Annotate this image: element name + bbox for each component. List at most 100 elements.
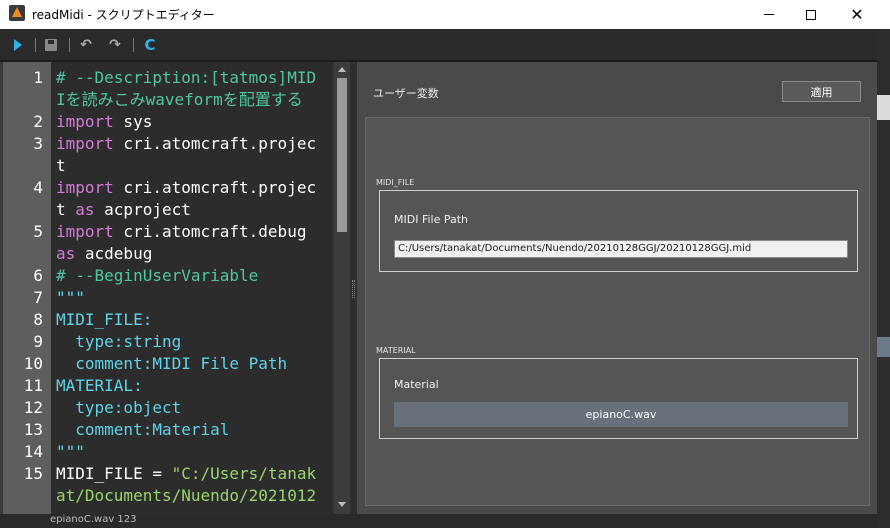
minimize-button[interactable]	[746, 0, 792, 29]
code-text: import cri.atomcraft.projec	[56, 133, 316, 155]
editor-vertical-scrollbar[interactable]	[334, 62, 350, 514]
code-token: at/Documents/Nuendo/2021012	[56, 486, 317, 505]
code-token: sys	[113, 112, 153, 131]
code-token: Iを読みこみwaveformを配置する	[56, 90, 303, 109]
midi-file-group: MIDI File Path C:/Users/tanakat/Document…	[379, 190, 858, 272]
toolbar-divider	[133, 38, 134, 52]
redo-icon: ↷	[109, 37, 121, 53]
code-token: as	[75, 200, 95, 219]
code-token: MATERIAL:	[56, 376, 143, 395]
scroll-up-icon[interactable]	[338, 67, 346, 72]
code-text: # --BeginUserVariable	[56, 265, 258, 287]
background-status-bar: epianoC.wav 123	[0, 514, 877, 528]
save-icon	[45, 39, 57, 51]
material-label: Material	[394, 378, 439, 391]
material-object-field[interactable]: epianoC.wav	[394, 402, 848, 427]
line-number: 14	[23, 442, 43, 461]
material-group: Material epianoC.wav	[379, 358, 858, 439]
line-number: 7	[33, 288, 43, 307]
code-text: t as acproject	[56, 199, 191, 221]
code-text: import cri.atomcraft.debug	[56, 221, 306, 243]
toolbar-divider	[35, 38, 36, 52]
code-token: acproject	[94, 200, 191, 219]
code-token: MIDI_FILE:	[56, 310, 153, 329]
maximize-icon	[806, 9, 816, 20]
close-button[interactable]: ✕	[834, 0, 880, 29]
code-token: comment:Material	[56, 420, 230, 439]
code-editor[interactable]: 1 # --Description:[tatmos]MID Iを読みこみwavefo…	[0, 62, 350, 514]
line-number: 15	[23, 464, 43, 483]
scroll-down-icon[interactable]	[338, 502, 346, 507]
code-text: type:string	[56, 331, 181, 353]
code-token: # --BeginUserVariable	[56, 266, 259, 285]
midi-file-section-label: MIDI_FILE	[376, 178, 415, 187]
code-token: # --Description:[tatmos]MID	[56, 68, 317, 87]
line-number: 11	[23, 376, 43, 395]
code-text: type:object	[56, 397, 181, 419]
line-number: 3	[33, 134, 43, 153]
scrollbar-thumb[interactable]	[337, 78, 347, 232]
code-token: import	[56, 112, 114, 131]
code-text: comment:Material	[56, 419, 229, 441]
undo-icon: ↶	[80, 37, 92, 53]
variables-container: MIDI_FILE MIDI File Path C:/Users/tanaka…	[365, 117, 870, 506]
splitter-grip-icon[interactable]	[352, 280, 355, 298]
code-text: """	[56, 441, 85, 463]
code-text: import sys	[56, 111, 152, 133]
run-button[interactable]	[10, 37, 26, 53]
code-token: type:string	[56, 332, 182, 351]
line-number: 12	[23, 398, 43, 417]
code-token: import	[56, 178, 114, 197]
midi-file-path-label: MIDI File Path	[394, 213, 469, 226]
code-text: MIDI_FILE = "C:/Users/tanak	[56, 463, 316, 485]
apply-button[interactable]: 適用	[782, 81, 861, 102]
reload-button[interactable]: C	[142, 37, 158, 53]
save-button[interactable]	[43, 37, 59, 53]
code-text: as acdebug	[56, 243, 152, 265]
code-token: cri.atomcraft.projec	[113, 178, 317, 197]
toolbar-divider	[69, 38, 70, 52]
user-variables-panel: ユーザー変数 適用 MIDI_FILE MIDI File Path C:/Us…	[357, 62, 877, 514]
line-number: 9	[33, 332, 43, 351]
midi-file-path-input[interactable]: C:/Users/tanakat/Documents/Nuendo/202101…	[394, 240, 848, 258]
code-text: """	[56, 287, 85, 309]
line-number: 4	[33, 178, 43, 197]
code-token: type:object	[56, 398, 182, 417]
code-token: acdebug	[75, 244, 153, 263]
panel-title: ユーザー変数	[373, 87, 439, 100]
code-text: at/Documents/Nuendo/2021012	[56, 485, 316, 507]
code-token: import	[56, 222, 114, 241]
status-text: epianoC.wav 123	[50, 514, 137, 525]
code-token: t	[56, 200, 76, 219]
background-window-edge	[877, 337, 890, 357]
pane-splitter[interactable]	[350, 62, 357, 514]
code-token: """	[56, 288, 85, 307]
app-logo-icon	[9, 5, 25, 21]
code-token: as	[56, 244, 76, 263]
material-section-label: MATERIAL	[376, 346, 416, 355]
line-number: 2	[33, 112, 43, 131]
window-title: readMidi - スクリプトエディター	[32, 8, 215, 22]
code-token: cri.atomcraft.projec	[113, 134, 317, 153]
code-token: """	[56, 442, 85, 461]
reload-icon: C	[144, 35, 156, 54]
maximize-button[interactable]	[788, 0, 834, 29]
code-text: import cri.atomcraft.projec	[56, 177, 316, 199]
background-window-edge	[877, 95, 890, 120]
code-text: comment:MIDI File Path	[56, 353, 287, 375]
toolbar: ↶ ↷ C	[0, 29, 877, 61]
code-token: "C:/Users/tanak	[171, 464, 317, 483]
code-text: Iを読みこみwaveformを配置する	[56, 89, 303, 111]
code-text: t	[56, 155, 66, 177]
code-token: import	[56, 134, 114, 153]
code-token: t	[56, 156, 66, 175]
line-number: 8	[33, 310, 43, 329]
play-icon	[14, 39, 22, 51]
code-token: MIDI_FILE =	[56, 464, 172, 483]
code-text: MATERIAL:	[56, 375, 143, 397]
undo-button[interactable]: ↶	[78, 37, 94, 53]
title-bar: readMidi - スクリプトエディター ✕	[0, 0, 890, 29]
line-number: 13	[23, 420, 43, 439]
code-token: comment:MIDI File Path	[56, 354, 288, 373]
redo-button[interactable]: ↷	[107, 37, 123, 53]
